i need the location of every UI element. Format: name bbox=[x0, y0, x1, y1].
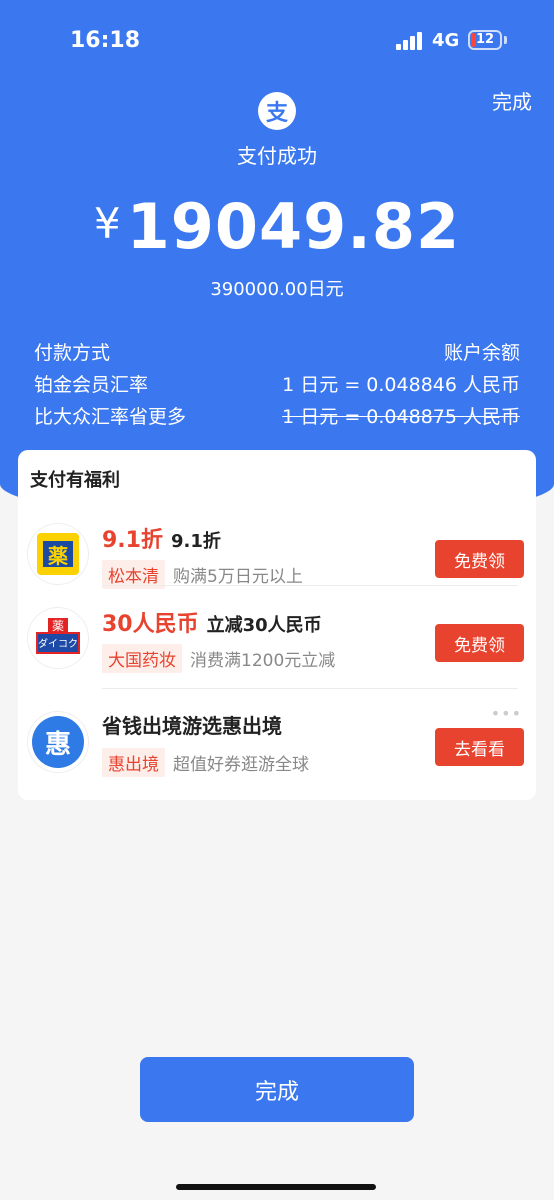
public-rate-row: 比大众汇率省更多 1 日元 = 0.048875 人民币 bbox=[34, 402, 520, 430]
payment-method-value: 账户余额 bbox=[443, 342, 520, 364]
battery-level: 12 bbox=[475, 32, 495, 47]
currency-symbol: ¥ bbox=[93, 199, 121, 248]
claim-button[interactable]: 免费领 bbox=[435, 540, 524, 578]
matsumoto-kiyoshi-logo: 薬 bbox=[28, 524, 88, 584]
done-top-button[interactable]: 完成 bbox=[492, 86, 532, 115]
foreign-amount: 390000.00日元 bbox=[210, 279, 344, 300]
promo-condition: 消费满1200元立减 bbox=[190, 651, 336, 671]
public-rate-value: 1 日元 = 0.048875 人民币 bbox=[282, 406, 520, 428]
promo-desc: 9.1折 bbox=[170, 531, 221, 552]
member-rate-value: 1 日元 = 0.048846 人民币 bbox=[282, 374, 520, 396]
member-rate-label: 铂金会员汇率 bbox=[34, 374, 149, 396]
payment-method-row: 付款方式 账户余额 bbox=[34, 338, 520, 366]
promo-headline: 30人民币 bbox=[102, 612, 199, 637]
merchant-tag: 惠出境 bbox=[102, 748, 165, 777]
status-bar: 16:18 4G 12 bbox=[0, 0, 554, 80]
public-rate-label: 比大众汇率省更多 bbox=[34, 406, 187, 428]
divider bbox=[102, 688, 518, 689]
status-time: 16:18 bbox=[70, 28, 141, 53]
view-button[interactable]: 去看看 bbox=[435, 728, 524, 766]
promo-condition: 超值好券逛游全球 bbox=[173, 755, 309, 775]
battery-icon: 12 bbox=[468, 30, 502, 50]
benefits-card: 支付有福利 薬 9.1折 9.1折 松本清 购满5万日元以上 免费领 薬 ダイコク … bbox=[18, 450, 536, 800]
signal-icon bbox=[396, 32, 426, 50]
claim-button[interactable]: 免费领 bbox=[435, 624, 524, 662]
payment-success-text: 支付成功 bbox=[237, 144, 317, 168]
divider bbox=[102, 585, 518, 586]
payment-amount: ¥19049.82 bbox=[0, 190, 554, 263]
promo-item[interactable]: 薬 ダイコク 30人民币 立减30人民币 大国药妆 消费满1200元立减 免费领 bbox=[18, 590, 536, 692]
hui-chujing-logo: 惠 bbox=[28, 712, 88, 772]
member-rate-row: 铂金会员汇率 1 日元 = 0.048846 人民币 bbox=[34, 370, 520, 398]
promo-headline: 9.1折 bbox=[102, 528, 163, 553]
battery-cap bbox=[504, 36, 507, 44]
promo-headline: 省钱出境游选惠出境 bbox=[102, 714, 282, 738]
alipay-icon: 支 bbox=[258, 92, 296, 130]
network-type: 4G bbox=[432, 30, 460, 51]
daikoku-drug-logo: 薬 ダイコク bbox=[28, 608, 88, 668]
amount-value: 19049.82 bbox=[126, 190, 461, 263]
benefits-title: 支付有福利 bbox=[30, 470, 120, 491]
merchant-tag: 大国药妆 bbox=[102, 644, 182, 673]
payment-method-label: 付款方式 bbox=[34, 342, 111, 364]
promo-condition: 购满5万日元以上 bbox=[173, 567, 303, 587]
promo-desc: 立减30人民币 bbox=[206, 615, 322, 636]
home-indicator[interactable] bbox=[176, 1184, 376, 1190]
done-button[interactable]: 完成 bbox=[140, 1057, 414, 1122]
promo-item[interactable]: 惠 省钱出境游选惠出境 惠出境 超值好券逛游全球 去看看 bbox=[18, 694, 536, 796]
